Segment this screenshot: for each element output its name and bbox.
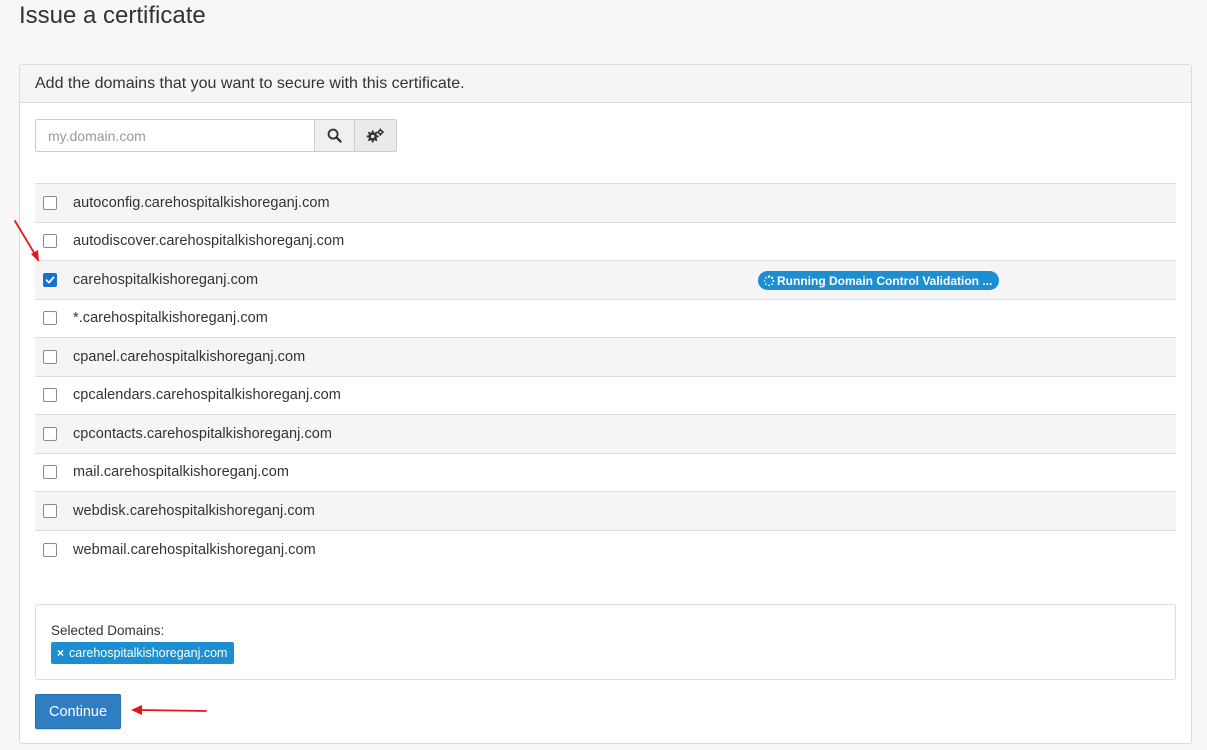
domain-row[interactable]: carehospitalkishoreganj.com Running Doma… [35,261,1176,300]
checkmark-icon [45,276,55,284]
domain-label: cpanel.carehospitalkishoreganj.com [73,348,306,365]
validation-status-badge: Running Domain Control Validation ... [758,271,1000,290]
search-icon [327,128,342,143]
domain-checkbox-checked[interactable] [43,272,57,287]
domain-label: autodiscover.carehospitalkishoreganj.com [73,233,345,250]
search-button[interactable] [314,119,354,152]
panel-heading: Add the domains that you want to secure … [20,65,1191,103]
domain-label: cpcalendars.carehospitalkishoreganj.com [73,387,341,404]
domain-label: webmail.carehospitalkishoreganj.com [73,541,316,558]
domain-row[interactable]: webmail.carehospitalkishoreganj.com [35,530,1176,569]
selected-domains-box: Selected Domains: × carehospitalkishoreg… [35,604,1176,680]
domain-checkbox[interactable] [43,542,57,557]
page-title: Issue a certificate [19,2,206,29]
domain-label: carehospitalkishoreganj.com [73,271,259,288]
domain-row[interactable]: autodiscover.carehospitalkishoreganj.com [35,222,1176,261]
domain-checkbox[interactable] [43,195,57,210]
selected-domain-tag-label: carehospitalkishoreganj.com [69,646,228,660]
selected-domain-tag: × carehospitalkishoreganj.com [51,642,235,664]
domain-checkbox[interactable] [43,503,57,518]
domain-row[interactable]: cpanel.carehospitalkishoreganj.com [35,338,1176,377]
certificate-panel: Add the domains that you want to secure … [19,64,1192,744]
gears-icon [366,128,385,143]
domain-checkbox[interactable] [43,349,57,364]
domain-label: *.carehospitalkishoreganj.com [73,310,268,327]
domain-checkbox[interactable] [43,426,57,441]
domain-checkbox[interactable] [43,311,57,326]
domain-checkbox[interactable] [43,465,57,480]
domain-list: autoconfig.carehospitalkishoreganj.com a… [35,183,1176,569]
validation-status-text: Running Domain Control Validation ... [777,273,993,288]
domain-label: mail.carehospitalkishoreganj.com [73,464,289,481]
search-options-button[interactable] [354,119,397,152]
domain-label: webdisk.carehospitalkishoreganj.com [73,502,315,519]
domain-search-input[interactable] [35,119,314,152]
domain-row[interactable]: autoconfig.carehospitalkishoreganj.com [35,184,1176,223]
domain-search-group [35,119,397,152]
domain-row[interactable]: *.carehospitalkishoreganj.com [35,299,1176,338]
remove-tag-icon[interactable]: × [57,646,64,660]
domain-label: autoconfig.carehospitalkishoreganj.com [73,194,330,211]
continue-button[interactable]: Continue [35,694,121,729]
domain-row[interactable]: cpcontacts.carehospitalkishoreganj.com [35,415,1176,454]
domain-row[interactable]: mail.carehospitalkishoreganj.com [35,453,1176,492]
domain-row[interactable]: cpcalendars.carehospitalkishoreganj.com [35,376,1176,415]
domain-checkbox[interactable] [43,234,57,249]
spinner-icon [763,274,775,286]
domain-checkbox[interactable] [43,388,57,403]
selected-domains-label: Selected Domains: [51,623,165,638]
domain-label: cpcontacts.carehospitalkishoreganj.com [73,425,333,442]
domain-row[interactable]: webdisk.carehospitalkishoreganj.com [35,492,1176,531]
